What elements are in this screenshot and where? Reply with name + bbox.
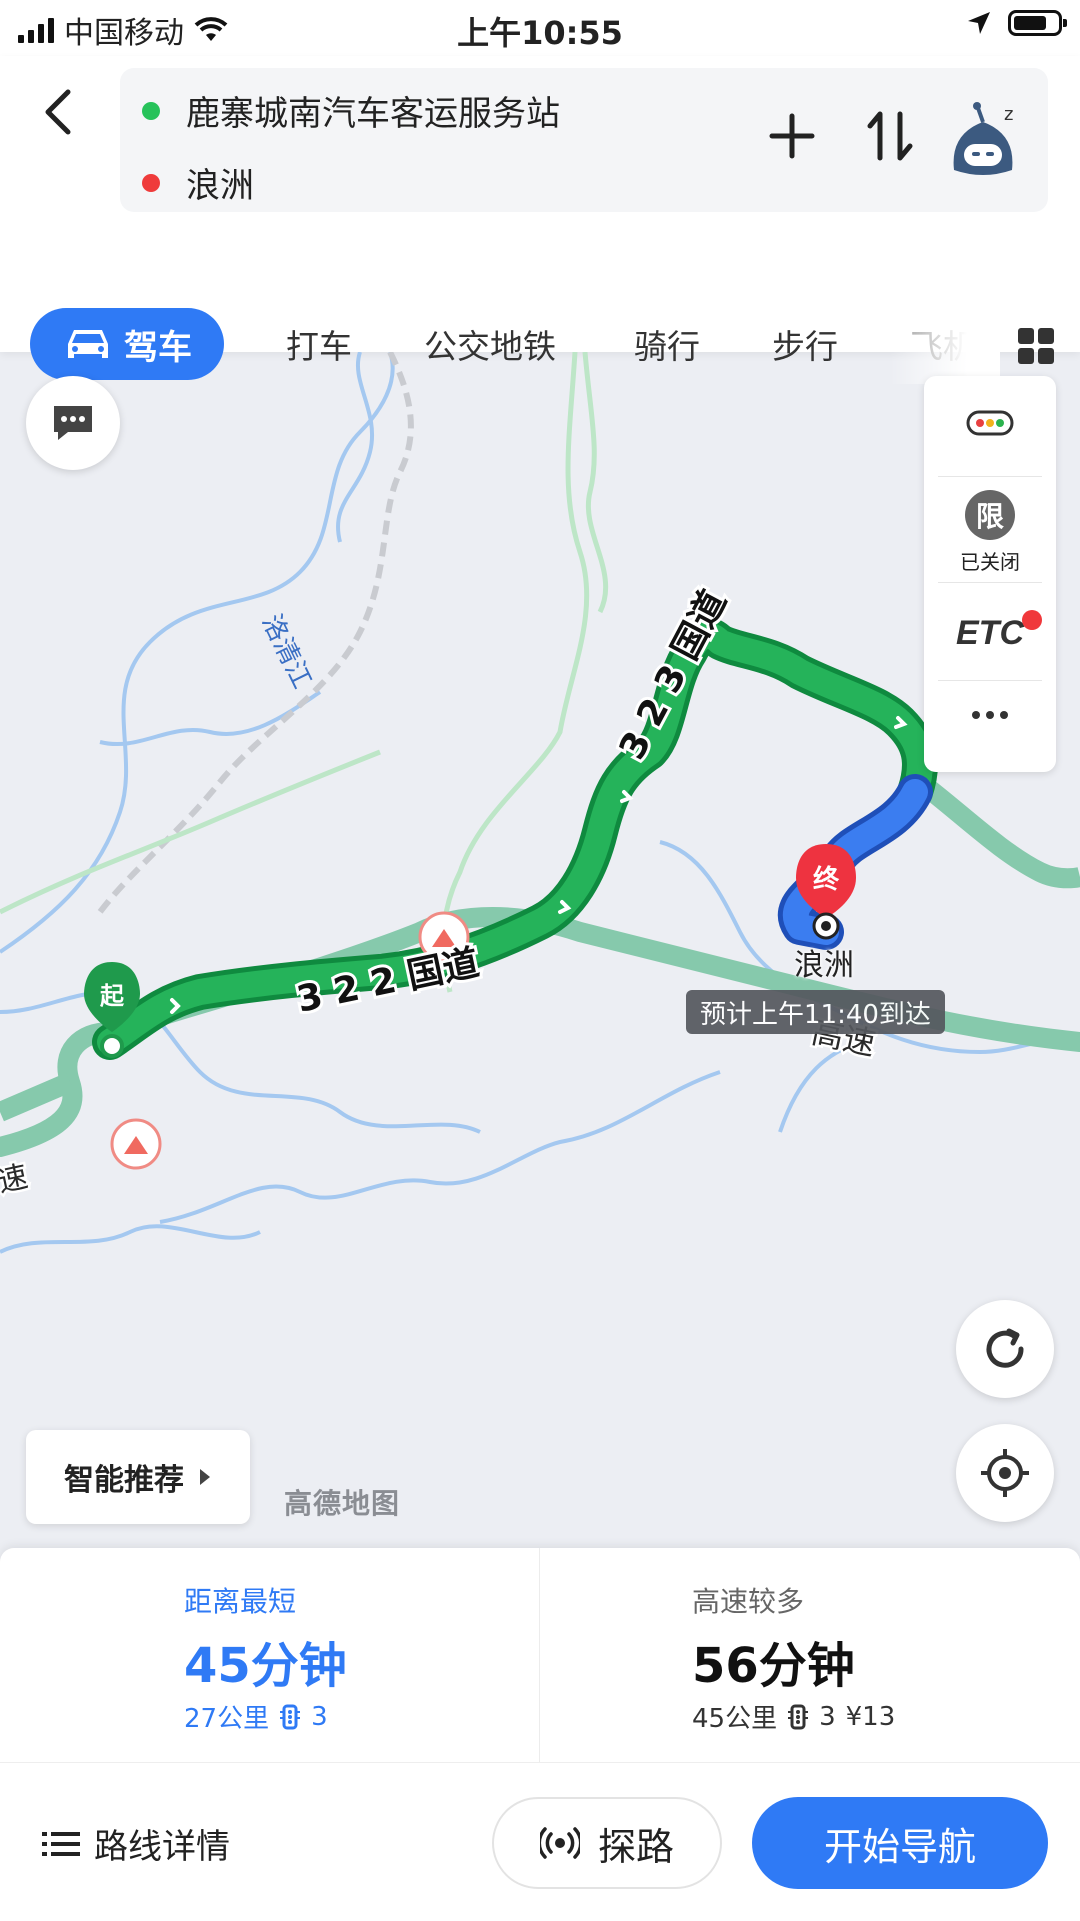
route-option-duration: 56分钟 — [692, 1638, 855, 1694]
construction-warning-icon-2 — [110, 1118, 162, 1170]
locate-button[interactable] — [956, 1424, 1054, 1522]
bottom-action-bar: 路线详情 探路 开始导航 — [0, 1762, 1080, 1921]
route-lights: 3 — [819, 1701, 836, 1732]
highway-label-2: 速 — [0, 1159, 31, 1199]
map-canvas: 3 2 2 国道 3 2 3 国道 高速 速 洛清江 起 终 — [0, 352, 1080, 1254]
map-logo: 高德地图 — [284, 1487, 401, 1520]
start-navigation-button[interactable]: 开始导航 — [752, 1797, 1048, 1889]
limit-status: 已关闭 — [960, 550, 1020, 574]
svg-text:起: 起 — [99, 982, 125, 1010]
etc-label: ETC — [956, 614, 1024, 652]
add-waypoint-icon[interactable] — [762, 106, 822, 166]
map-view[interactable]: 3 2 2 国道 3 2 3 国道 高速 速 洛清江 起 终 浪洲 预计上午11… — [0, 352, 1080, 1552]
traffic-light-icon — [966, 410, 1014, 436]
battery-icon — [1008, 10, 1067, 36]
route-option-label: 高速较多 — [692, 1585, 805, 1618]
swap-route-icon[interactable] — [860, 102, 920, 170]
origin-dot-icon — [142, 101, 160, 120]
refresh-icon — [986, 1328, 1024, 1368]
route-option-label: 距离最短 — [184, 1585, 297, 1618]
destination-map-label: 浪洲 — [794, 948, 854, 983]
chat-bubble-icon — [54, 406, 92, 440]
route-option-shortest[interactable]: 距离最短 45分钟 27公里 3 — [0, 1548, 540, 1762]
route-detail-label: 路线详情 — [94, 1827, 230, 1867]
traffic-limit-toggle[interactable]: 限 已关闭 — [924, 490, 1056, 575]
back-arrow-icon[interactable] — [38, 86, 78, 138]
origin-text: 鹿寨城南汽车客运服务站 — [186, 94, 560, 134]
triangle-right-icon — [200, 1469, 210, 1485]
svg-text:终: 终 — [813, 864, 840, 895]
more-dots-icon — [972, 711, 1008, 719]
limit-badge: 限 — [965, 490, 1015, 540]
traffic-light-count-icon — [280, 1704, 301, 1729]
route-option-highway[interactable]: 高速较多 56分钟 45公里 3 ¥13 — [540, 1548, 1080, 1762]
railway-line — [97, 352, 414, 914]
traffic-toggle[interactable] — [924, 410, 1056, 436]
destination-row[interactable]: 浪洲 — [142, 158, 254, 207]
map-tools-panel: 限 已关闭 ETC — [924, 376, 1056, 772]
report-button[interactable] — [26, 376, 120, 470]
eta-tag: 预计上午11:40到达 — [686, 990, 945, 1034]
list-icon — [42, 1831, 80, 1856]
route-detail-button[interactable]: 路线详情 — [42, 1819, 230, 1868]
route-lights: 3 — [311, 1701, 328, 1732]
route-option-meta: 27公里 3 — [184, 1698, 328, 1735]
route-option-meta: 45公里 3 ¥13 — [692, 1698, 895, 1735]
etc-toggle[interactable]: ETC — [924, 610, 1056, 653]
destination-text: 浪洲 — [186, 166, 254, 206]
more-tools-button[interactable] — [924, 710, 1056, 720]
river-label: 洛清江 — [256, 610, 317, 693]
broadcast-icon — [539, 1827, 580, 1859]
location-arrow-icon — [968, 12, 990, 34]
route-options: 距离最短 45分钟 27公里 3 高速较多 56分钟 45公里 3 ¥13 — [0, 1548, 1080, 1762]
route-distance: 45公里 — [692, 1704, 778, 1734]
route-input-box[interactable]: 鹿寨城南汽车客运服务站 浪洲 z — [120, 68, 1048, 212]
etc-notification-dot — [1022, 610, 1042, 630]
refresh-button[interactable] — [956, 1300, 1054, 1398]
origin-row[interactable]: 鹿寨城南汽车客运服务站 — [142, 86, 560, 135]
route-option-duration: 45分钟 — [184, 1638, 347, 1694]
status-right — [966, 10, 1067, 36]
explore-label: 探路 — [597, 1824, 674, 1869]
status-bar: 中国移动 上午10:55 — [0, 0, 1080, 56]
smart-recommend-label: 智能推荐 — [64, 1463, 184, 1498]
route-header: 鹿寨城南汽车客运服务站 浪洲 z 驾车 打车 公交地铁 骑行 步行 — [0, 56, 1080, 384]
explore-button[interactable]: 探路 — [492, 1797, 722, 1889]
smart-recommend-button[interactable]: 智能推荐 — [26, 1430, 250, 1524]
traffic-light-count-icon — [788, 1704, 809, 1729]
destination-dot-icon — [142, 173, 160, 192]
clock: 上午10:55 — [457, 14, 623, 52]
route-toll: ¥13 — [845, 1701, 896, 1732]
assistant-robot-icon[interactable]: z — [940, 90, 1026, 186]
highway-lines — [0, 774, 1080, 1157]
route-distance: 27公里 — [184, 1704, 270, 1734]
svg-text:z: z — [1004, 104, 1013, 125]
locate-crosshair-icon — [981, 1449, 1029, 1497]
